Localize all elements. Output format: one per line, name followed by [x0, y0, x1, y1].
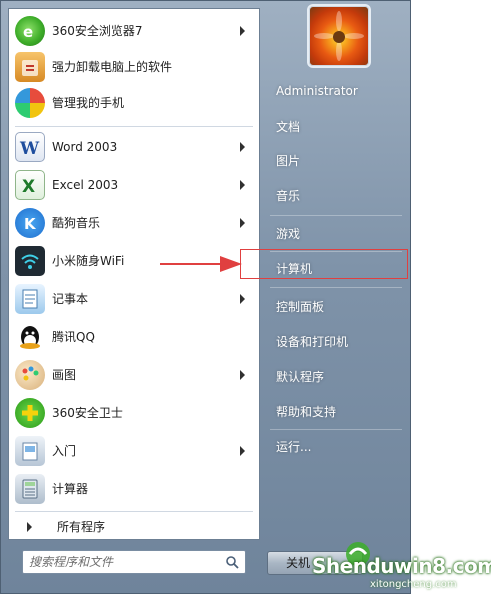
submenu-arrow-icon[interactable]	[240, 370, 245, 380]
program-label: 计算器	[52, 482, 89, 496]
place-item-devices-printers[interactable]: 设备和打印机	[266, 327, 409, 357]
notepad-icon	[15, 284, 45, 314]
place-label: 文档	[276, 120, 301, 134]
program-label: Word 2003	[52, 140, 118, 154]
divider	[15, 511, 253, 512]
program-label: Excel 2003	[52, 178, 119, 192]
program-item-getting-started[interactable]: 入门	[11, 433, 257, 469]
getting-started-icon	[15, 436, 45, 466]
place-label: 运行...	[276, 440, 312, 454]
submenu-arrow-icon[interactable]	[240, 218, 245, 228]
place-label: 设备和打印机	[276, 335, 349, 349]
qq-icon	[15, 322, 45, 352]
program-item-360-safe[interactable]: 360安全卫士	[11, 395, 257, 431]
watermark: Shenduwin8.com xitongcheng.com	[310, 540, 491, 594]
program-label: 酷狗音乐	[52, 216, 101, 230]
360-browser-icon: e	[15, 16, 45, 46]
place-label: 图片	[276, 154, 301, 168]
place-item-help-support[interactable]: 帮助和支持	[266, 397, 409, 427]
program-item-kugou[interactable]: K 酷狗音乐	[11, 205, 257, 241]
wifi-icon	[15, 246, 45, 276]
shutdown-label: 关机	[286, 556, 311, 570]
place-label: 游戏	[276, 227, 301, 241]
place-item-pictures[interactable]: 图片	[266, 146, 409, 176]
calculator-icon	[15, 474, 45, 504]
program-item-notepad[interactable]: 记事本	[11, 281, 257, 317]
watermark-sub-text: xitongcheng.com	[370, 579, 457, 590]
uninstall-icon	[15, 52, 45, 82]
program-label: 强力卸载电脑上的软件	[52, 60, 173, 74]
submenu-arrow-icon[interactable]	[240, 180, 245, 190]
excel-icon: X	[15, 170, 45, 200]
program-label: 360安全卫士	[52, 406, 123, 420]
program-label: 腾讯QQ	[52, 330, 95, 344]
svg-text:K: K	[24, 215, 37, 233]
program-item-paint[interactable]: 画图	[11, 357, 257, 393]
place-label: 音乐	[276, 189, 301, 203]
place-label: 控制面板	[276, 300, 325, 314]
submenu-arrow-icon[interactable]	[240, 26, 245, 36]
place-item-user[interactable]: Administrator	[266, 76, 409, 106]
search-input[interactable]	[29, 553, 219, 571]
all-programs-label: 所有程序	[57, 520, 106, 534]
search-area	[8, 543, 260, 583]
search-icon[interactable]	[225, 555, 239, 569]
red-arrow-icon	[160, 256, 242, 272]
place-label: Administrator	[276, 84, 358, 98]
place-item-documents[interactable]: 文档	[266, 112, 409, 142]
place-label: 帮助和支持	[276, 405, 337, 419]
submenu-arrow-icon[interactable]	[240, 142, 245, 152]
place-item-music[interactable]: 音乐	[266, 181, 409, 211]
submenu-arrow-icon[interactable]	[240, 294, 245, 304]
word-icon: W	[15, 132, 45, 162]
program-label: 入门	[52, 444, 77, 458]
program-item-360-browser[interactable]: e 360安全浏览器7	[11, 13, 257, 49]
place-item-run[interactable]: 运行...	[266, 432, 409, 462]
highlight-box	[240, 249, 408, 279]
phone-manager-icon	[15, 88, 45, 118]
360-safe-icon	[15, 398, 45, 428]
program-label: 管理我的手机	[52, 96, 125, 110]
paint-icon	[15, 360, 45, 390]
places-pane: Administrator 文档 图片 音乐 游戏 计算机 控制面板 设备和打印…	[262, 0, 411, 594]
user-avatar[interactable]	[309, 6, 369, 66]
program-item-calculator[interactable]: 计算器	[11, 471, 257, 507]
program-item-qq[interactable]: 腾讯QQ	[11, 319, 257, 355]
svg-text:W: W	[19, 139, 40, 159]
place-item-games[interactable]: 游戏	[266, 219, 409, 249]
place-label: 默认程序	[276, 370, 325, 384]
all-programs-button[interactable]: 所有程序	[11, 515, 257, 539]
program-item-phone-manager[interactable]: 管理我的手机	[11, 85, 257, 121]
program-item-word[interactable]: W Word 2003	[11, 129, 257, 165]
search-box[interactable]	[22, 550, 246, 574]
divider	[270, 215, 402, 216]
submenu-arrow-icon[interactable]	[240, 446, 245, 456]
start-menu: e 360安全浏览器7 强力卸载电脑上的软件 管理我的手机 W Word 200…	[0, 0, 491, 594]
place-item-default-programs[interactable]: 默认程序	[266, 362, 409, 392]
place-item-control-panel[interactable]: 控制面板	[266, 292, 409, 322]
divider	[270, 429, 402, 430]
program-label: 小米随身WiFi	[52, 254, 125, 268]
program-label: 360安全浏览器7	[52, 24, 143, 38]
program-label: 记事本	[52, 292, 89, 306]
program-item-excel[interactable]: X Excel 2003	[11, 167, 257, 203]
divider	[15, 126, 253, 127]
program-item-uninstaller[interactable]: 强力卸载电脑上的软件	[11, 49, 257, 85]
divider	[270, 287, 402, 288]
svg-text:e: e	[23, 23, 33, 41]
svg-text:X: X	[22, 177, 35, 197]
program-label: 画图	[52, 368, 77, 382]
chevron-right-icon	[27, 522, 32, 532]
kugou-icon: K	[15, 208, 45, 238]
watermark-main-text: Shenduwin8.com	[312, 554, 491, 578]
